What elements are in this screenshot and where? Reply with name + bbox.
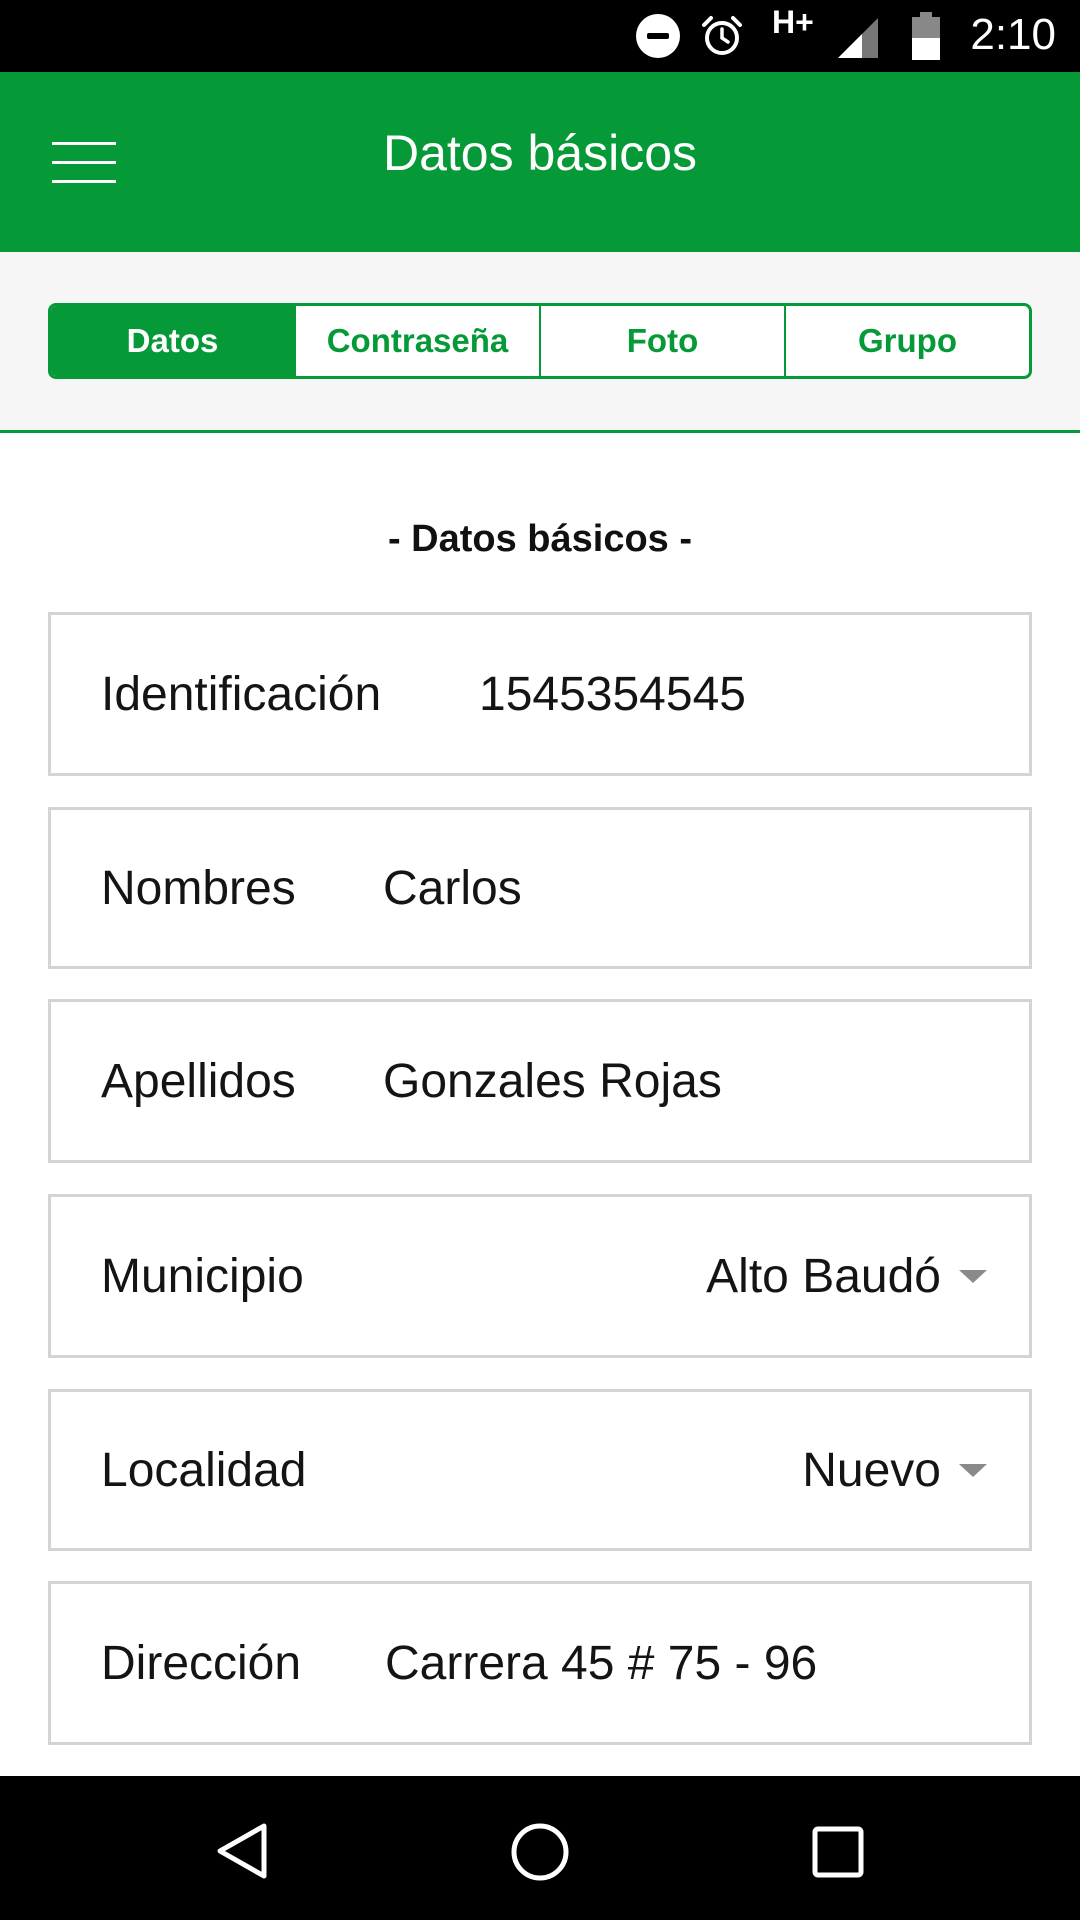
nombres-label: Nombres bbox=[101, 861, 296, 915]
signal-icon bbox=[836, 16, 880, 60]
nombres-input[interactable]: Carlos bbox=[383, 810, 522, 966]
apellidos-label: Apellidos bbox=[101, 1054, 296, 1108]
do-not-disturb-icon bbox=[636, 14, 680, 58]
localidad-select[interactable]: Nuevo bbox=[802, 1392, 941, 1548]
tab-grupo[interactable]: Grupo bbox=[784, 306, 1029, 376]
municipio-label: Municipio bbox=[101, 1249, 304, 1303]
municipio-field[interactable]: Municipio Alto Baudó bbox=[48, 1194, 1032, 1358]
tab-foto[interactable]: Foto bbox=[539, 306, 784, 376]
battery-icon bbox=[912, 12, 940, 60]
home-icon[interactable] bbox=[510, 1822, 570, 1887]
section-title: - Datos básicos - bbox=[387, 518, 693, 560]
segmented-tabs: Datos Contraseña Foto Grupo bbox=[48, 303, 1032, 379]
municipio-select[interactable]: Alto Baudó bbox=[706, 1197, 941, 1355]
tab-contrasena[interactable]: Contraseña bbox=[294, 306, 539, 376]
navigation-bar bbox=[0, 1776, 1080, 1920]
tab-datos[interactable]: Datos bbox=[51, 306, 294, 376]
status-time: 2:10 bbox=[970, 10, 1056, 59]
alarm-icon bbox=[700, 14, 744, 58]
app-bar: Datos básicos bbox=[0, 72, 1080, 252]
page-title: Datos básicos bbox=[382, 125, 698, 181]
identificacion-field[interactable]: Identificación 1545354545 bbox=[48, 612, 1032, 776]
nombres-field[interactable]: Nombres Carlos bbox=[48, 807, 1032, 969]
direccion-input[interactable]: Carrera 45 # 75 - 96 bbox=[385, 1584, 817, 1742]
localidad-field[interactable]: Localidad Nuevo bbox=[48, 1389, 1032, 1551]
identificacion-label: Identificación bbox=[101, 667, 382, 721]
network-type-icon: H+ bbox=[772, 4, 814, 40]
identificacion-input[interactable]: 1545354545 bbox=[479, 615, 746, 773]
localidad-label: Localidad bbox=[101, 1443, 307, 1497]
direccion-label: Dirección bbox=[101, 1636, 302, 1690]
back-icon[interactable] bbox=[214, 1822, 270, 1885]
tabs-area: Datos Contraseña Foto Grupo bbox=[0, 252, 1080, 433]
chevron-down-icon[interactable] bbox=[959, 1270, 987, 1283]
recents-icon[interactable] bbox=[812, 1826, 864, 1883]
apellidos-field[interactable]: Apellidos Gonzales Rojas bbox=[48, 999, 1032, 1163]
direccion-field[interactable]: Dirección Carrera 45 # 75 - 96 bbox=[48, 1581, 1032, 1745]
status-bar: H+ 2:10 bbox=[0, 0, 1080, 72]
apellidos-input[interactable]: Gonzales Rojas bbox=[383, 1002, 722, 1160]
chevron-down-icon[interactable] bbox=[959, 1464, 987, 1477]
